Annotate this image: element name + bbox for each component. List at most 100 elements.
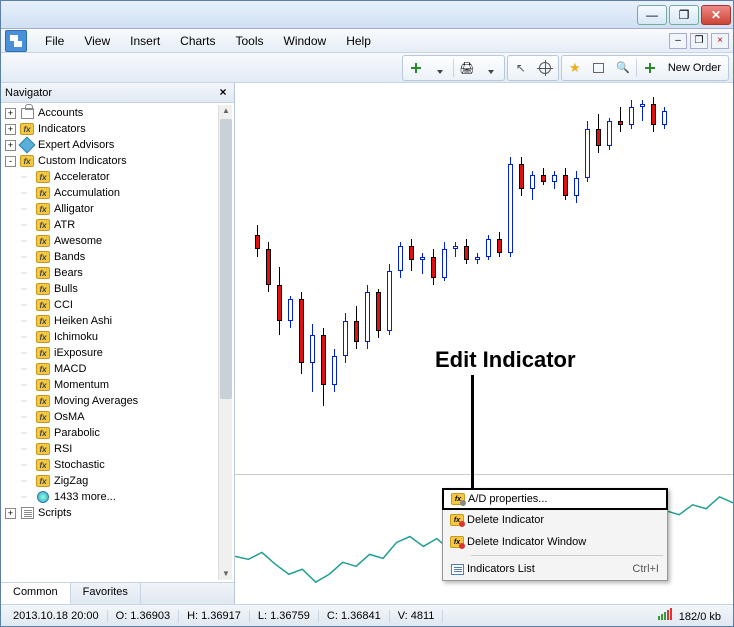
tree-branch-icon: ⋯ — [21, 238, 35, 245]
navigator-panel: Navigator × +Accounts+Indicators+Expert … — [1, 83, 235, 604]
tree-branch-icon: ⋯ — [21, 494, 35, 501]
tree-item-label: CCI — [54, 299, 73, 311]
tree-indicator-bears[interactable]: ⋯Bears — [1, 265, 234, 281]
scroll-down-icon[interactable]: ▼ — [220, 568, 232, 580]
ctx-ad-properties[interactable]: A/D properties... — [442, 488, 668, 510]
tree-item-label: RSI — [54, 443, 72, 455]
toolbar-new-chart-dropdown[interactable] — [428, 57, 452, 79]
tree-indicator-heiken-ashi[interactable]: ⋯Heiken Ashi — [1, 313, 234, 329]
tree-toggle-icon[interactable]: + — [5, 108, 16, 119]
tree-indicator-atr[interactable]: ⋯ATR — [1, 217, 234, 233]
scroll-up-icon[interactable]: ▲ — [220, 105, 232, 117]
tree-toggle-icon[interactable]: + — [5, 140, 16, 151]
navigator-scrollbar[interactable]: ▲ ▼ — [218, 105, 232, 580]
toolbar-new-chart-button[interactable] — [404, 57, 428, 79]
ctx-indicators-list[interactable]: Indicators List Ctrl+I — [443, 558, 667, 580]
tree-item-label: ZigZag — [54, 475, 88, 487]
status-connection[interactable]: 182/0 kb — [650, 608, 729, 623]
menu-charts[interactable]: Charts — [170, 31, 225, 51]
tree-indicator-bands[interactable]: ⋯Bands — [1, 249, 234, 265]
tree-indicator-awesome[interactable]: ⋯Awesome — [1, 233, 234, 249]
tree-branch-icon: ⋯ — [21, 414, 35, 421]
toolbar-new-order-button[interactable]: New Order — [662, 62, 727, 74]
fx-icon — [36, 267, 50, 279]
tree-item-label: Accumulation — [54, 187, 120, 199]
tree-indicator-macd[interactable]: ⋯MACD — [1, 361, 234, 377]
fx-icon — [36, 459, 50, 471]
tree-branch-icon: ⋯ — [21, 174, 35, 181]
fx-delete-window-icon — [450, 536, 464, 548]
tree-indicator-cci[interactable]: ⋯CCI — [1, 297, 234, 313]
fx-icon — [36, 219, 50, 231]
tree-indicator-accelerator[interactable]: ⋯Accelerator — [1, 169, 234, 185]
toolbar-profiles-dropdown[interactable] — [479, 57, 503, 79]
ctx-delete-indicator[interactable]: Delete Indicator — [443, 509, 667, 531]
fx-icon — [36, 443, 50, 455]
tree-item-label: Moving Averages — [54, 395, 138, 407]
app-window: — ❐ ✕ File View Insert Charts Tools Wind… — [0, 0, 734, 627]
ctx-label: Delete Indicator Window — [467, 536, 586, 548]
tab-favorites[interactable]: Favorites — [71, 583, 141, 604]
tree-branch-icon: ⋯ — [21, 270, 35, 277]
tree-item-label: Indicators — [38, 123, 86, 135]
toolbar-window-button[interactable] — [587, 57, 611, 79]
navigator-close-button[interactable]: × — [216, 86, 230, 100]
toolbar-profiles-button[interactable]: 🖨 — [455, 57, 479, 79]
toolbar-crosshair-button[interactable] — [533, 57, 557, 79]
tree-indicator-moving-averages[interactable]: ⋯Moving Averages — [1, 393, 234, 409]
chart-area[interactable]: Edit Indicator A/D properties... Delete … — [235, 83, 733, 604]
titlebar: — ❐ ✕ — [1, 1, 733, 29]
menu-help[interactable]: Help — [336, 31, 381, 51]
menu-window[interactable]: Window — [274, 31, 337, 51]
tab-common[interactable]: Common — [1, 583, 71, 604]
menu-tools[interactable]: Tools — [226, 31, 274, 51]
tree-scripts[interactable]: + Scripts — [1, 505, 234, 521]
tree-indicator-momentum[interactable]: ⋯Momentum — [1, 377, 234, 393]
menu-insert[interactable]: Insert — [120, 31, 170, 51]
toolbar-favorite-button[interactable]: ★ — [563, 57, 587, 79]
tree-indicator-iexposure[interactable]: ⋯iExposure — [1, 345, 234, 361]
toolbar-search-button[interactable]: 🔍 — [611, 57, 635, 79]
mdi-restore-button[interactable]: ❐ — [690, 33, 708, 49]
window-maximize-button[interactable]: ❐ — [669, 5, 699, 25]
tree-expert-advisors[interactable]: +Expert Advisors — [1, 137, 234, 153]
tree-custom-indicators[interactable]: -Custom Indicators — [1, 153, 234, 169]
tree-more-indicators[interactable]: ⋯ 1433 more... — [1, 489, 234, 505]
tree-indicator-zigzag[interactable]: ⋯ZigZag — [1, 473, 234, 489]
tree-toggle-icon[interactable]: - — [5, 156, 16, 167]
ctx-delete-indicator-window[interactable]: Delete Indicator Window — [443, 531, 667, 553]
tree-item-label: 1433 more... — [54, 491, 116, 503]
tree-accounts[interactable]: +Accounts — [1, 105, 234, 121]
tree-indicator-rsi[interactable]: ⋯RSI — [1, 441, 234, 457]
toolbar-cursor-button[interactable]: ↖ — [509, 57, 533, 79]
tree-indicator-alligator[interactable]: ⋯Alligator — [1, 201, 234, 217]
tree-item-label: Heiken Ashi — [54, 315, 112, 327]
tree-branch-icon: ⋯ — [21, 222, 35, 229]
tree-indicator-osma[interactable]: ⋯OsMA — [1, 409, 234, 425]
tree-indicator-bulls[interactable]: ⋯Bulls — [1, 281, 234, 297]
navigator-tree[interactable]: +Accounts+Indicators+Expert Advisors-Cus… — [1, 103, 234, 582]
menu-file[interactable]: File — [35, 31, 74, 51]
tree-branch-icon: ⋯ — [21, 334, 35, 341]
window-minimize-button[interactable]: — — [637, 5, 667, 25]
tree-indicator-ichimoku[interactable]: ⋯Ichimoku — [1, 329, 234, 345]
main-area: Navigator × +Accounts+Indicators+Expert … — [1, 83, 733, 604]
tree-indicators[interactable]: + Indicators — [1, 121, 234, 137]
window-close-button[interactable]: ✕ — [701, 5, 731, 25]
menu-view[interactable]: View — [74, 31, 120, 51]
search-icon: 🔍 — [616, 61, 630, 74]
tree-indicator-parabolic[interactable]: ⋯Parabolic — [1, 425, 234, 441]
tree-toggle-icon[interactable]: + — [5, 124, 16, 135]
fx-icon — [36, 251, 50, 263]
tree-indicator-accumulation[interactable]: ⋯ Accumulation — [1, 185, 234, 201]
mdi-minimize-button[interactable]: – — [669, 33, 687, 49]
fx-icon — [36, 411, 50, 423]
tree-branch-icon: ⋯ — [21, 190, 35, 197]
ctx-shortcut: Ctrl+I — [632, 563, 659, 575]
scroll-thumb[interactable] — [220, 119, 232, 399]
tree-indicator-stochastic[interactable]: ⋯Stochastic — [1, 457, 234, 473]
mdi-close-button[interactable]: × — [711, 33, 729, 49]
tree-toggle-icon[interactable]: + — [5, 508, 16, 519]
toolbar-new-order-icon[interactable] — [638, 57, 662, 79]
tree-item-label: Scripts — [38, 507, 72, 519]
